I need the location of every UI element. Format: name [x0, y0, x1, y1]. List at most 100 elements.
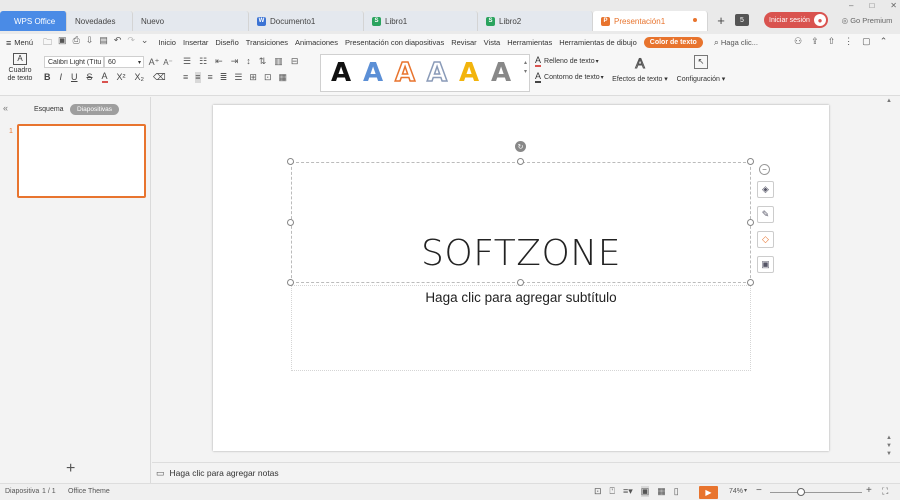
zoom-in-icon[interactable]: +: [866, 485, 872, 496]
decrease-font-icon[interactable]: A⁻: [162, 56, 174, 68]
eraser-icon[interactable]: ⌫: [153, 72, 166, 83]
indent-decrease-icon[interactable]: ⇤: [215, 56, 223, 67]
fill-icon[interactable]: ◇: [757, 231, 774, 248]
collapse-tools-icon[interactable]: −: [759, 164, 770, 175]
bullets-icon[interactable]: ☰: [183, 56, 191, 67]
convert-smartart-icon[interactable]: ⊡: [264, 72, 272, 83]
text-outline-button[interactable]: A Contorno de texto ▾: [535, 72, 604, 83]
slide-sorter-icon[interactable]: ▦: [657, 486, 666, 497]
gallery-scroll-icon[interactable]: ▴ ▾: [524, 59, 527, 77]
font-color-icon[interactable]: A: [101, 72, 108, 83]
print-preview-icon[interactable]: ▤: [99, 35, 108, 51]
menu-vista[interactable]: Vista: [484, 38, 501, 47]
export-icon[interactable]: ⇩: [86, 35, 94, 51]
rotate-handle-icon[interactable]: ↻: [515, 141, 526, 152]
add-slide-plus-icon[interactable]: +: [66, 461, 75, 477]
tab-novedades[interactable]: Novedades: [67, 11, 133, 31]
indent-increase-icon[interactable]: ⇥: [231, 56, 239, 67]
superscript-icon[interactable]: X²: [117, 72, 126, 83]
slide-subtitle[interactable]: Haga clic para agregar subtítulo: [291, 290, 751, 305]
style-blue[interactable]: A: [357, 57, 389, 89]
menu-diseno[interactable]: Diseño: [215, 38, 238, 47]
minimize-icon[interactable]: –: [849, 1, 853, 10]
resize-handle[interactable]: [517, 158, 524, 165]
comment-icon[interactable]: ▢: [862, 36, 871, 47]
subscript-icon[interactable]: X₂: [135, 72, 145, 83]
search-box[interactable]: Haga clic...: [721, 38, 758, 47]
menu-herramientas-dibujo[interactable]: Herramientas de dibujo: [559, 38, 637, 47]
reading-view-icon[interactable]: ▯: [674, 486, 679, 497]
resize-handle[interactable]: [517, 279, 524, 286]
justify-icon[interactable]: ≣: [220, 72, 228, 83]
style-yellow[interactable]: A: [453, 57, 485, 89]
resize-handle[interactable]: [747, 219, 754, 226]
line-spacing-icon[interactable]: ↕: [246, 56, 251, 67]
tab-nuevo[interactable]: Nuevo: [133, 11, 249, 31]
fit-window-icon[interactable]: ⛶: [882, 486, 888, 497]
slide-title[interactable]: SOFTZONE: [291, 233, 751, 274]
maximize-icon[interactable]: □: [869, 1, 874, 10]
strikethrough-icon[interactable]: S: [87, 72, 93, 83]
menu-inicio[interactable]: Inicio: [158, 38, 176, 47]
bold-icon[interactable]: B: [44, 72, 51, 83]
text-effects-button[interactable]: A Efectos de texto ▾: [611, 55, 669, 84]
tab-esquema[interactable]: Esquema: [34, 106, 64, 113]
play-slideshow-icon[interactable]: ▶: [699, 486, 718, 499]
protect-icon[interactable]: ⊡: [594, 486, 602, 497]
tab-wps-office[interactable]: WPS Office: [0, 11, 67, 31]
tab-count-badge[interactable]: 5: [735, 14, 749, 26]
tab-diapositivas[interactable]: Diapositivas: [70, 104, 119, 115]
collapse-ribbon-icon[interactable]: ⌃: [880, 36, 888, 47]
tab-libro1[interactable]: S Libro1: [364, 11, 478, 31]
resize-handle[interactable]: [287, 158, 294, 165]
scroll-page-icons[interactable]: ▲ ▼ ▼: [884, 434, 894, 458]
pen-icon[interactable]: ✎: [757, 206, 774, 223]
align-right-icon[interactable]: ≡: [208, 72, 213, 83]
menu-revisar[interactable]: Revisar: [451, 38, 476, 47]
slide-thumbnail[interactable]: [17, 124, 146, 198]
text-box-button[interactable]: A Cuadro de texto: [5, 53, 35, 93]
more-dots-icon[interactable]: ⋮: [844, 36, 853, 47]
spell-check-icon[interactable]: ⍞: [610, 486, 615, 497]
columns-icon[interactable]: ▥: [274, 56, 283, 67]
notes-area[interactable]: ▭ Haga clic para agregar notas: [152, 462, 900, 483]
resize-handle[interactable]: [287, 219, 294, 226]
underline-icon[interactable]: U: [71, 72, 78, 83]
main-menu-button[interactable]: ≡ Menú: [6, 38, 33, 48]
tab-presentacion1[interactable]: P Presentación1: [593, 11, 708, 31]
close-icon[interactable]: ✕: [890, 1, 897, 10]
font-name-select[interactable]: Calibri Light (Títu: [44, 56, 104, 68]
menu-animaciones[interactable]: Animaciones: [295, 38, 338, 47]
increase-font-icon[interactable]: A⁺: [148, 56, 160, 68]
layers-icon[interactable]: ◈: [757, 181, 774, 198]
text-wrap-icon[interactable]: ▦: [279, 72, 288, 83]
configuration-button[interactable]: ↖ Configuración ▾: [675, 55, 727, 83]
border-icon[interactable]: ▣: [757, 256, 774, 273]
normal-view-icon[interactable]: ▣: [640, 486, 650, 497]
style-orange-outline[interactable]: A: [389, 57, 421, 89]
text-direction-icon[interactable]: ⇅: [259, 56, 267, 67]
vertical-align-icon[interactable]: ⊞: [249, 72, 257, 83]
save-icon[interactable]: ▣: [58, 35, 67, 51]
resize-handle[interactable]: [747, 279, 754, 286]
distribute-icon[interactable]: ☰: [234, 72, 242, 83]
menu-transiciones[interactable]: Transiciones: [246, 38, 288, 47]
align-text-icon[interactable]: ⊟: [291, 56, 299, 67]
scroll-up-icon[interactable]: ▲: [884, 98, 894, 104]
resize-handle[interactable]: [747, 158, 754, 165]
slide-canvas[interactable]: SOFTZONE Haga clic para agregar subtítul…: [213, 105, 829, 451]
go-premium-button[interactable]: ◎ Go Premium: [839, 12, 895, 28]
style-gray-outline[interactable]: A: [421, 57, 453, 89]
style-black[interactable]: A: [325, 57, 357, 89]
collapse-panel-icon[interactable]: «: [3, 103, 8, 113]
font-size-select[interactable]: 60 ▾: [104, 56, 144, 68]
menu-color-texto[interactable]: Color de texto: [643, 37, 703, 48]
tab-documento1[interactable]: W Documento1: [249, 11, 364, 31]
resize-handle[interactable]: [287, 279, 294, 286]
new-tab-plus-icon[interactable]: +: [713, 12, 729, 28]
upload-icon[interactable]: ⇪: [811, 36, 819, 47]
style-gray[interactable]: A: [485, 57, 517, 89]
zoom-out-icon[interactable]: −: [756, 485, 762, 496]
login-button[interactable]: Iniciar sesión ●: [764, 12, 828, 28]
redo-icon[interactable]: ↷: [127, 35, 135, 51]
